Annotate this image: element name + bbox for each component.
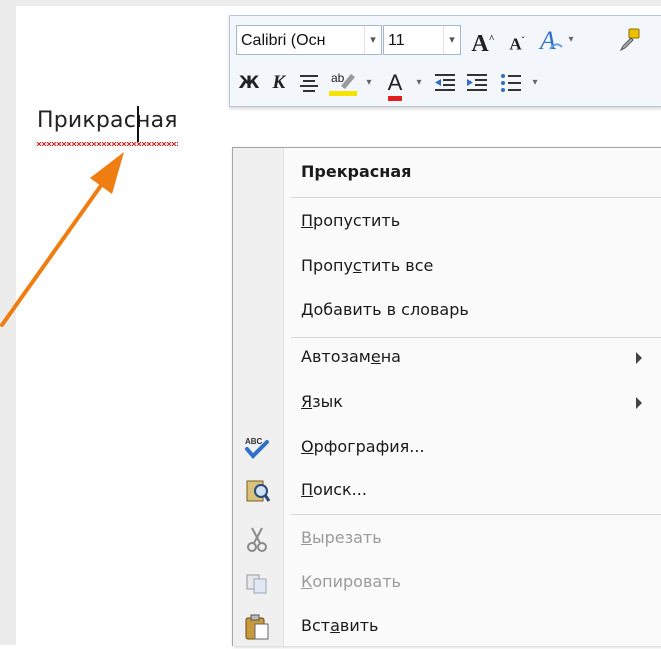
menu-item-lookup[interactable]: Поиск... bbox=[233, 469, 661, 513]
decrease-indent-button[interactable] bbox=[430, 66, 460, 100]
mini-toolbar: Calibri (Осн ▾ 11 ▾ A^ Aˇ A ▾ Ж К ab ▾ A… bbox=[229, 15, 661, 107]
spelling-check-icon: ABC bbox=[245, 437, 269, 459]
bullets-icon bbox=[501, 74, 521, 92]
format-painter-button[interactable] bbox=[614, 23, 644, 57]
menu-item-label: Копировать bbox=[301, 572, 401, 591]
chevron-down-icon[interactable]: ▾ bbox=[528, 66, 542, 100]
highlight-button[interactable]: ab bbox=[326, 66, 360, 100]
svg-text:A: A bbox=[538, 26, 556, 55]
menu-item-label: Поиск... bbox=[301, 480, 367, 499]
menu-item-cut[interactable]: Вырезать bbox=[233, 517, 661, 561]
submenu-arrow-icon bbox=[636, 352, 642, 364]
format-painter-icon bbox=[619, 28, 640, 52]
mini-toolbar-row-1: Calibri (Осн ▾ 11 ▾ A^ Aˇ A ▾ bbox=[230, 21, 661, 61]
menu-item-language[interactable]: Язык bbox=[233, 381, 661, 425]
spellcheck-context-menu: Прекрасная Пропустить Пропустить все Доб… bbox=[232, 147, 661, 646]
menu-item-spelling[interactable]: ABC Орфография... bbox=[233, 426, 661, 470]
font-size-combo[interactable]: 11 ▾ bbox=[383, 25, 461, 55]
scissors-icon bbox=[247, 527, 267, 552]
font-color-button[interactable]: A bbox=[380, 66, 410, 101]
research-icon bbox=[246, 480, 271, 502]
align-center-button[interactable] bbox=[294, 66, 324, 100]
font-size-value: 11 bbox=[388, 32, 405, 49]
menu-item-label: Язык bbox=[301, 392, 343, 411]
chevron-down-icon[interactable]: ▾ bbox=[564, 23, 578, 57]
menu-item-autocorrect[interactable]: Автозамена bbox=[233, 336, 661, 380]
submenu-arrow-icon bbox=[636, 397, 642, 409]
menu-item-label: Добавить в словарь bbox=[301, 300, 469, 319]
grow-font-button[interactable]: A^ bbox=[468, 23, 498, 57]
chevron-down-icon[interactable]: ▾ bbox=[362, 66, 376, 100]
menu-item-label: Вырезать bbox=[301, 528, 382, 547]
mini-toolbar-row-2: Ж К ab ▾ A ▾ ▾ bbox=[230, 64, 661, 104]
align-center-icon bbox=[300, 75, 318, 92]
menu-item-label: Автозамена bbox=[301, 347, 401, 366]
copy-icon bbox=[246, 574, 267, 594]
menu-separator bbox=[291, 514, 661, 515]
highlight-icon: ab bbox=[329, 71, 357, 96]
shrink-font-button[interactable]: Aˇ bbox=[502, 23, 532, 57]
font-name-combo[interactable]: Calibri (Осн ▾ bbox=[236, 25, 382, 55]
menu-item-label: Пропустить все bbox=[301, 256, 434, 275]
menu-item-copy[interactable]: Копировать bbox=[233, 561, 661, 605]
bullets-button[interactable] bbox=[496, 66, 526, 100]
menu-item-label: Орфография... bbox=[301, 437, 425, 456]
menu-item-label: Пропустить bbox=[301, 211, 401, 230]
menu-item-suggestion[interactable]: Прекрасная bbox=[233, 151, 661, 195]
styles-icon: A bbox=[538, 26, 563, 55]
font-name-value: Calibri (Осн bbox=[241, 32, 326, 49]
menu-item-add-to-dictionary[interactable]: Добавить в словарь bbox=[233, 289, 661, 333]
svg-text:ABC: ABC bbox=[245, 437, 263, 446]
chevron-down-icon[interactable]: ▾ bbox=[364, 26, 381, 54]
decrease-indent-icon bbox=[435, 74, 455, 91]
italic-button[interactable]: К bbox=[264, 66, 294, 100]
increase-indent-button[interactable] bbox=[462, 66, 492, 100]
suggestion-label: Прекрасная bbox=[301, 162, 412, 181]
bold-button[interactable]: Ж bbox=[234, 66, 264, 100]
menu-item-ignore-all[interactable]: Пропустить все bbox=[233, 245, 661, 289]
menu-item-paste[interactable]: Вставить bbox=[233, 605, 661, 649]
styles-button[interactable]: A bbox=[534, 23, 568, 57]
menu-item-label: Вставить bbox=[301, 616, 379, 635]
increase-indent-icon bbox=[467, 74, 487, 91]
paste-icon bbox=[245, 614, 269, 640]
svg-text:ab: ab bbox=[331, 71, 345, 85]
menu-item-ignore[interactable]: Пропустить bbox=[233, 200, 661, 244]
menu-separator bbox=[291, 197, 661, 198]
chevron-down-icon[interactable]: ▾ bbox=[443, 26, 460, 54]
chevron-down-icon[interactable]: ▾ bbox=[412, 66, 426, 100]
